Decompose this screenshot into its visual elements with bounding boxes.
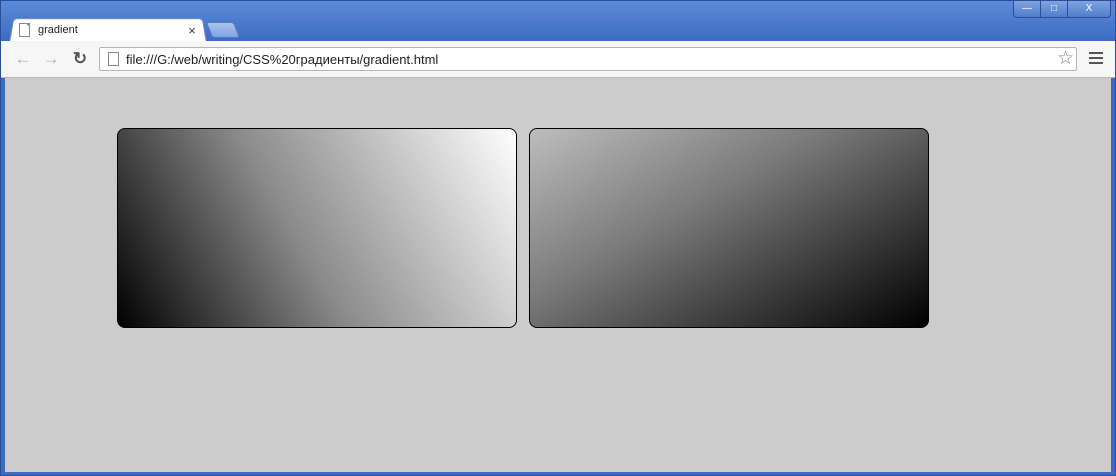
browser-window: gradient × — □ X ← → ↻ file:///G:/web/wr… [0, 0, 1116, 476]
page-viewport [5, 78, 1111, 472]
minimize-button[interactable]: — [1013, 1, 1041, 18]
bookmark-star-icon[interactable]: ☆ [1057, 48, 1074, 70]
browser-toolbar: ← → ↻ file:///G:/web/writing/CSS%20гради… [1, 41, 1115, 78]
back-arrow-icon[interactable]: ← [13, 49, 33, 69]
close-window-button[interactable]: X [1067, 1, 1111, 18]
maximize-button[interactable]: □ [1040, 1, 1068, 18]
address-bar[interactable]: file:///G:/web/writing/CSS%20градиенты/g… [99, 47, 1077, 71]
new-tab-button[interactable] [205, 22, 241, 38]
active-tab-content[interactable]: gradient × [19, 19, 199, 41]
window-controls: — □ X [1013, 1, 1111, 18]
forward-arrow-icon[interactable]: → [41, 49, 61, 69]
gradient-box-1 [117, 128, 517, 328]
gradient-box-2 [529, 128, 929, 328]
url-text[interactable]: file:///G:/web/writing/CSS%20градиенты/g… [126, 52, 438, 67]
file-icon [108, 52, 119, 66]
reload-icon[interactable]: ↻ [70, 49, 90, 69]
close-tab-icon[interactable]: × [185, 23, 199, 38]
page-icon [19, 23, 30, 37]
menu-icon[interactable] [1089, 52, 1103, 66]
tab-strip: gradient × — □ X [1, 1, 1115, 43]
tab-title: gradient [38, 24, 78, 36]
